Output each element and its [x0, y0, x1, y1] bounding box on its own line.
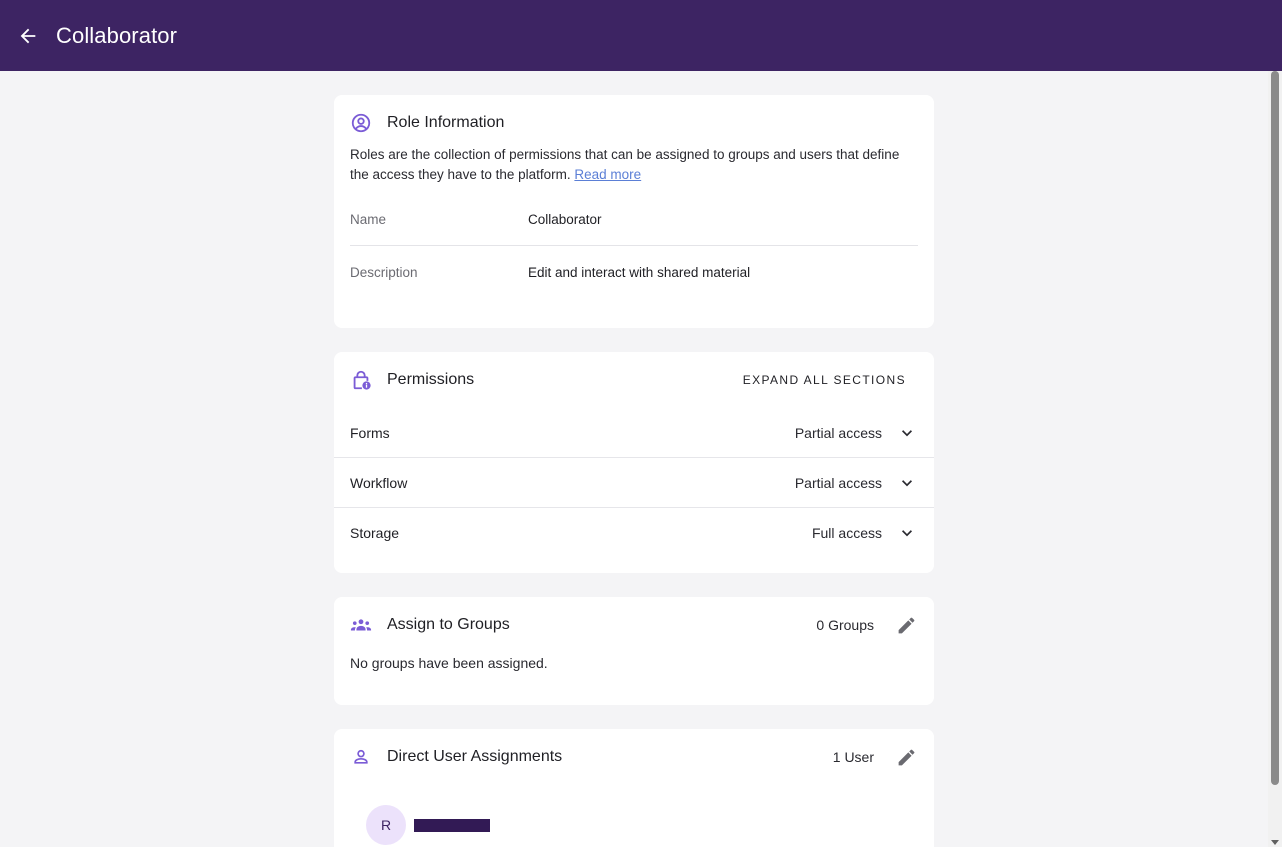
role-intro: Roles are the collection of permissions …	[334, 145, 934, 185]
page-title: Collaborator	[56, 22, 178, 48]
role-information-title: Role Information	[387, 114, 505, 131]
scrollbar-thumb[interactable]	[1271, 71, 1279, 785]
main-content: Role Information Roles are the collectio…	[0, 71, 1268, 847]
chevron-down-icon[interactable]	[896, 472, 918, 494]
permission-row-workflow[interactable]: Workflow Partial access	[334, 458, 934, 508]
groups-icon	[350, 614, 372, 636]
direct-user-assignments-title: Direct User Assignments	[387, 748, 563, 765]
name-value: Collaborator	[528, 211, 602, 227]
lock-info-icon	[350, 369, 372, 391]
user-list-item[interactable]: R	[334, 805, 934, 845]
user-name-redacted	[414, 818, 490, 832]
permission-row-forms[interactable]: Forms Partial access	[334, 408, 934, 458]
description-label: Description	[350, 265, 418, 280]
pencil-icon	[898, 617, 914, 633]
arrow-left-icon	[20, 28, 36, 43]
description-value: Edit and interact with shared material	[528, 265, 751, 280]
app-header: Collaborator	[0, 0, 1282, 71]
chevron-down-icon[interactable]	[896, 522, 918, 544]
account-circle-icon	[350, 112, 372, 134]
name-field-row: Name Collaborator	[350, 193, 918, 246]
expand-all-sections-button[interactable]: EXPAND ALL SECTIONS	[743, 373, 906, 387]
description-field-row: Description Edit and interact with share…	[350, 246, 918, 299]
permission-access: Partial access	[794, 424, 882, 441]
permission-name: Storage	[350, 525, 400, 541]
edit-users-button[interactable]	[894, 745, 918, 769]
permission-name: Forms	[350, 424, 390, 441]
permission-row-storage[interactable]: Storage Full access	[334, 508, 934, 558]
chevron-down-icon[interactable]	[896, 422, 918, 444]
permissions-card: Permissions EXPAND ALL SECTIONS Forms Pa…	[334, 352, 934, 573]
permission-access: Partial access	[794, 474, 882, 491]
direct-user-assignments-card: Direct User Assignments 1 User R	[334, 729, 934, 847]
pencil-icon	[898, 749, 914, 765]
name-label: Name	[350, 211, 387, 227]
scroll-down-arrow-icon[interactable]	[1271, 840, 1279, 845]
assign-groups-title: Assign to Groups	[387, 616, 510, 633]
permissions-title: Permissions	[387, 371, 475, 388]
assign-groups-card: Assign to Groups 0 Groups No groups have…	[334, 597, 934, 705]
groups-count: 0 Groups	[816, 617, 874, 633]
back-button[interactable]	[8, 16, 48, 56]
read-more-link[interactable]: Read more	[574, 167, 641, 182]
person-icon	[350, 746, 372, 768]
vertical-scrollbar[interactable]	[1268, 71, 1282, 847]
role-information-card: Role Information Roles are the collectio…	[334, 95, 934, 328]
users-count: 1 User	[832, 749, 874, 765]
avatar: R	[366, 805, 406, 845]
permission-name: Workflow	[350, 474, 408, 491]
permission-access: Full access	[811, 525, 882, 541]
no-groups-text: No groups have been assigned.	[350, 655, 548, 671]
edit-groups-button[interactable]	[894, 613, 918, 637]
